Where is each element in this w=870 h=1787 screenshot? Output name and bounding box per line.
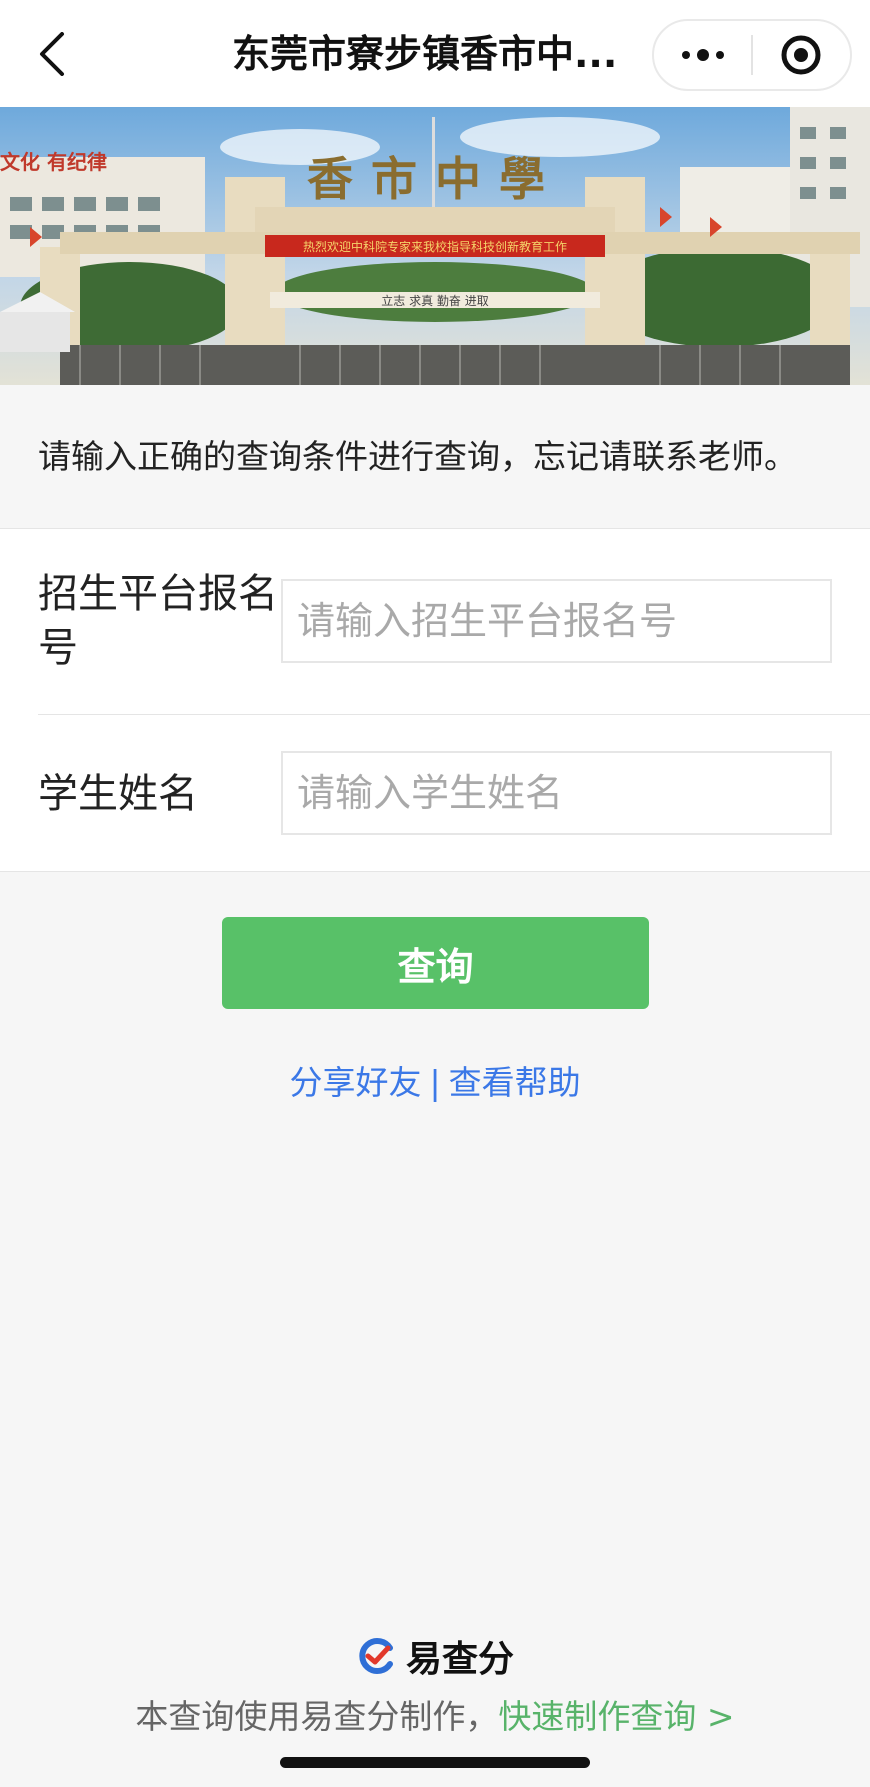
create-query-link[interactable]: 快速制作查询 >: [498, 1697, 734, 1736]
registration-number-label: 招生平台报名号: [38, 571, 278, 671]
form-row-student-name: 学生姓名: [0, 715, 870, 873]
mini-program-capsule: [652, 19, 852, 91]
share-friends-link[interactable]: 分享好友: [289, 1063, 421, 1102]
query-button[interactable]: 查询: [222, 917, 649, 1009]
student-name-label: 学生姓名: [38, 771, 198, 817]
footer-credit-text: 本查询使用易查分制作，: [135, 1697, 499, 1736]
close-mini-program-button[interactable]: [753, 21, 850, 89]
more-button[interactable]: [654, 21, 751, 89]
form-row-registration-number: 招生平台报名号: [0, 529, 870, 715]
brand-name: 易查分: [405, 1639, 514, 1680]
home-indicator: [280, 1757, 590, 1768]
registration-number-input[interactable]: [281, 579, 832, 663]
school-banner-image: 文化 有纪律 香市中學 热烈欢迎中科院专家来我校指导科技创新教育工作 立志 求真…: [0, 107, 870, 385]
query-instructions: 请输入正确的查询条件进行查询，忘记请联系老师。: [0, 385, 870, 528]
navigation-bar: 东莞市寮步镇香市中...: [0, 0, 870, 107]
red-banner-text: 热烈欢迎中科院专家来我校指导科技创新教育工作: [303, 239, 567, 254]
lower-sign-text: 立志 求真 勤奋 进取: [381, 293, 488, 308]
target-circle-icon: [781, 35, 821, 75]
query-form: 招生平台报名号 学生姓名: [0, 528, 870, 872]
student-name-input[interactable]: [281, 751, 832, 835]
link-separator: |: [429, 1063, 441, 1102]
left-sign-text: 文化 有纪律: [0, 150, 107, 174]
view-help-link[interactable]: 查看帮助: [449, 1063, 581, 1102]
yichafen-logo-icon: [359, 1638, 393, 1674]
chevron-left-icon: [40, 32, 64, 76]
footer-credit: 本查询使用易查分制作，快速制作查询 >: [0, 1692, 870, 1742]
page-title: 东莞市寮步镇香市中...: [232, 32, 618, 76]
more-dots-icon: [681, 49, 724, 61]
back-button[interactable]: [30, 28, 74, 80]
action-links: 分享好友 | 查看帮助: [0, 1058, 870, 1108]
brand: 易查分: [0, 1632, 870, 1680]
